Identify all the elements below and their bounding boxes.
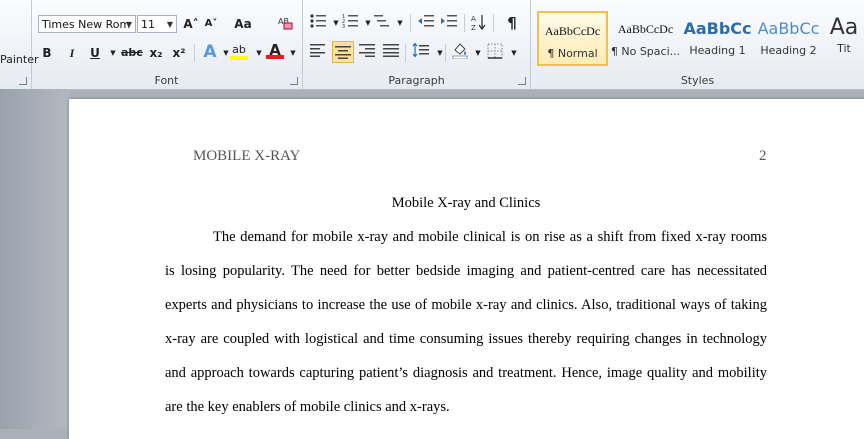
paragraph-launcher-icon[interactable] xyxy=(518,77,526,85)
highlight-color-bar xyxy=(230,56,248,60)
chevron-down-icon[interactable]: ▼ xyxy=(167,16,173,32)
align-right-icon[interactable] xyxy=(358,43,376,63)
svg-text:3: 3 xyxy=(342,24,345,29)
styles-group-label: Styles xyxy=(680,74,715,87)
svg-text:A: A xyxy=(471,15,476,23)
style-sample: Aa xyxy=(829,15,859,40)
subscript-button[interactable]: x₂ xyxy=(147,43,165,63)
grow-font-button[interactable]: A˄ xyxy=(182,14,200,34)
separator xyxy=(493,14,494,32)
strikethrough-button[interactable]: abc xyxy=(121,43,143,63)
svg-text:Z: Z xyxy=(471,24,476,31)
change-case-button[interactable]: Aa xyxy=(234,14,252,34)
font-size-value: 11 xyxy=(141,18,155,31)
style-title[interactable]: Aa Tit xyxy=(824,11,864,66)
show-formatting-marks-button[interactable]: ¶ xyxy=(503,13,521,33)
numbering-icon[interactable]: 123 xyxy=(341,13,359,33)
style-no-spacing[interactable]: AaBbCcDc ¶ No Spaci... xyxy=(610,11,681,66)
style-name: Tit xyxy=(837,42,851,55)
body-line-text: experts and physicians to increase the u… xyxy=(165,297,767,313)
style-name: ¶ No Spaci... xyxy=(610,45,681,58)
body-line-text: are the key enablers of mobile clinics a… xyxy=(165,399,450,415)
paragraph-group-label: Paragraph xyxy=(388,74,445,87)
body-line-text: is losing popularity. The need for bette… xyxy=(165,263,767,279)
document-title[interactable]: Mobile X-ray and Clinics xyxy=(165,195,767,212)
style-heading-2[interactable]: AaBbCc Heading 2 xyxy=(753,11,824,66)
style-name: Heading 2 xyxy=(760,44,817,57)
clear-formatting-icon[interactable]: AB xyxy=(276,13,294,33)
chevron-down-icon[interactable]: ▼ xyxy=(431,43,449,63)
body-line[interactable]: is losing popularity. The need for bette… xyxy=(165,263,767,280)
line-spacing-icon[interactable] xyxy=(412,42,430,63)
document-page[interactable]: MOBILE X-RAY 2 Mobile X-ray and Clinics … xyxy=(69,99,864,439)
style-name: ¶ Normal xyxy=(547,47,598,60)
bullets-icon[interactable] xyxy=(309,13,327,33)
align-center-icon[interactable] xyxy=(332,41,354,63)
body-line[interactable]: x-ray are coupled with logistical and ti… xyxy=(165,331,767,348)
superscript-button[interactable]: x² xyxy=(170,43,188,63)
highlight-letters: ab xyxy=(232,43,246,56)
chevron-down-icon[interactable]: ▼ xyxy=(284,43,302,63)
clipboard-group: Painter xyxy=(0,0,39,89)
body-line[interactable]: The demand for mobile x-ray and mobile c… xyxy=(213,229,767,246)
page-number: 2 xyxy=(759,148,767,164)
highlight-button[interactable]: ab xyxy=(230,40,248,60)
chevron-down-icon[interactable]: ▼ xyxy=(469,43,487,63)
separator xyxy=(445,44,446,62)
body-line-text: and approach towards capturing patient’s… xyxy=(165,365,767,381)
style-heading-1[interactable]: AaBbCc Heading 1 xyxy=(682,11,753,66)
font-color-button[interactable]: A xyxy=(266,40,284,60)
document-background xyxy=(0,89,69,429)
italic-button[interactable]: I xyxy=(63,43,81,63)
font-size-combo[interactable]: 11 ▼ xyxy=(137,15,177,33)
underline-button[interactable]: U xyxy=(86,43,104,63)
font-name-value: Times New Rom xyxy=(42,18,131,31)
font-launcher-icon[interactable] xyxy=(290,77,298,85)
borders-icon[interactable] xyxy=(486,43,504,63)
align-left-icon[interactable] xyxy=(309,43,327,63)
chevron-down-icon[interactable]: ▼ xyxy=(391,13,409,33)
shrink-font-button[interactable]: A˅ xyxy=(202,14,220,34)
font-name-combo[interactable]: Times New Rom ▼ xyxy=(38,15,136,33)
styles-group: AaBbCcDc ¶ Normal AaBbCcDc ¶ No Spaci...… xyxy=(531,0,864,89)
chevron-down-icon[interactable]: ▼ xyxy=(126,16,132,32)
style-sample: AaBbCc xyxy=(757,19,820,38)
separator xyxy=(410,14,411,32)
clipboard-launcher-icon[interactable] xyxy=(19,77,27,85)
justify-icon[interactable] xyxy=(382,43,400,63)
font-group: Times New Rom ▼ 11 ▼ A˄ A˅ Aa AB B I U ▼… xyxy=(31,0,303,89)
style-sample: AaBbCcDc xyxy=(544,24,601,38)
style-sample: AaBbCc xyxy=(683,19,752,38)
style-normal[interactable]: AaBbCcDc ¶ Normal xyxy=(537,11,608,66)
body-line[interactable]: and approach towards capturing patient’s… xyxy=(165,365,767,382)
paragraph-group: ▼ 123 ▼ ▼ AZ ¶ ▼ ▼ ▼ Paragraph xyxy=(303,0,531,89)
body-line-text: The demand for mobile x-ray and mobile c… xyxy=(213,229,767,245)
separator xyxy=(464,14,465,32)
increase-indent-icon[interactable] xyxy=(440,13,458,33)
separator xyxy=(194,44,195,62)
font-color-letter: A xyxy=(269,41,281,59)
body-line-text: x-ray are coupled with logistical and ti… xyxy=(165,331,767,347)
sort-icon[interactable]: AZ xyxy=(470,13,488,33)
separator xyxy=(405,44,406,62)
body-line-last[interactable]: are the key enablers of mobile clinics a… xyxy=(165,399,767,416)
bold-button[interactable]: B xyxy=(38,43,56,63)
font-group-label: Font xyxy=(154,74,179,87)
ribbon: Painter Times New Rom ▼ 11 ▼ A˄ A˅ Aa AB… xyxy=(0,0,864,90)
style-sample: AaBbCcDc xyxy=(617,22,674,36)
body-line[interactable]: experts and physicians to increase the u… xyxy=(165,297,767,314)
style-name: Heading 1 xyxy=(689,44,746,57)
underline-dropdown-icon[interactable]: ▼ xyxy=(104,43,122,63)
shading-icon[interactable] xyxy=(451,41,469,61)
chevron-down-icon[interactable]: ▼ xyxy=(505,43,523,63)
running-header: MOBILE X-RAY xyxy=(193,148,301,164)
multilevel-list-icon[interactable] xyxy=(373,13,391,33)
decrease-indent-icon[interactable] xyxy=(417,13,435,33)
